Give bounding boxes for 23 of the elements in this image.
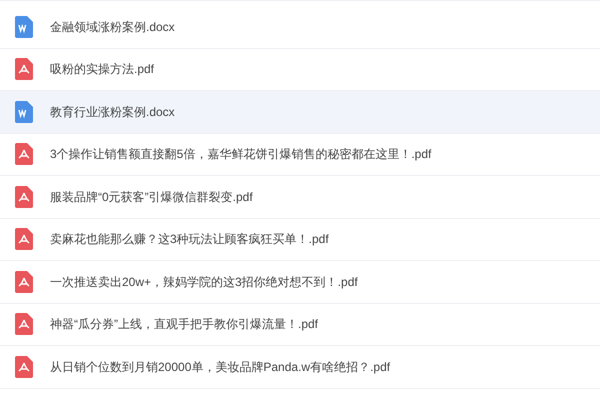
word-document-icon xyxy=(15,100,33,123)
file-name: 卖麻花也能那么赚？这3种玩法让顾客疯狂买单！.pdf xyxy=(50,231,329,248)
pdf-document-icon xyxy=(15,356,33,378)
file-row[interactable]: 3个操作让销售额直接翻5倍，嘉华鲜花饼引爆销售的秘密都在这里！.pdf xyxy=(0,134,600,176)
pdf-document-icon xyxy=(15,186,33,208)
file-name: 金融领域涨粉案例.docx xyxy=(50,18,175,36)
pdf-document-icon xyxy=(15,58,33,80)
file-row[interactable]: 吸粉的实操方法.pdf xyxy=(0,48,600,91)
word-document-icon xyxy=(15,16,33,38)
file-row[interactable]: 神器“瓜分券”上线，直观手把手教你引爆流量！.pdf xyxy=(0,304,600,346)
file-name: 吸粉的实操方法.pdf xyxy=(50,61,154,78)
file-name: 教育行业涨粉案例.docx xyxy=(50,104,175,121)
pdf-document-icon xyxy=(15,228,33,250)
file-name: 服装品牌“0元获客”引爆微信群裂变.pdf xyxy=(50,188,253,206)
file-name: 3个操作让销售额直接翻5倍，嘉华鲜花饼引爆销售的秘密都在这里！.pdf xyxy=(50,146,432,164)
file-name: 从日销个位数到月销20000单，美妆品牌Panda.w有啥绝招？.pdf xyxy=(50,358,390,376)
pdf-document-icon xyxy=(15,313,33,336)
file-name: 一次推送卖出20w+，辣妈学院的这3招你绝对想不到！.pdf xyxy=(50,274,358,291)
file-row[interactable]: 卖麻花也能那么赚？这3种玩法让顾客疯狂买单！.pdf xyxy=(0,218,600,261)
file-row[interactable]: 教育行业涨粉案例.docx xyxy=(0,91,600,134)
file-name: 神器“瓜分券”上线，直观手把手教你引爆流量！.pdf xyxy=(50,316,318,334)
pdf-document-icon xyxy=(15,143,33,166)
pdf-document-icon xyxy=(15,270,33,293)
